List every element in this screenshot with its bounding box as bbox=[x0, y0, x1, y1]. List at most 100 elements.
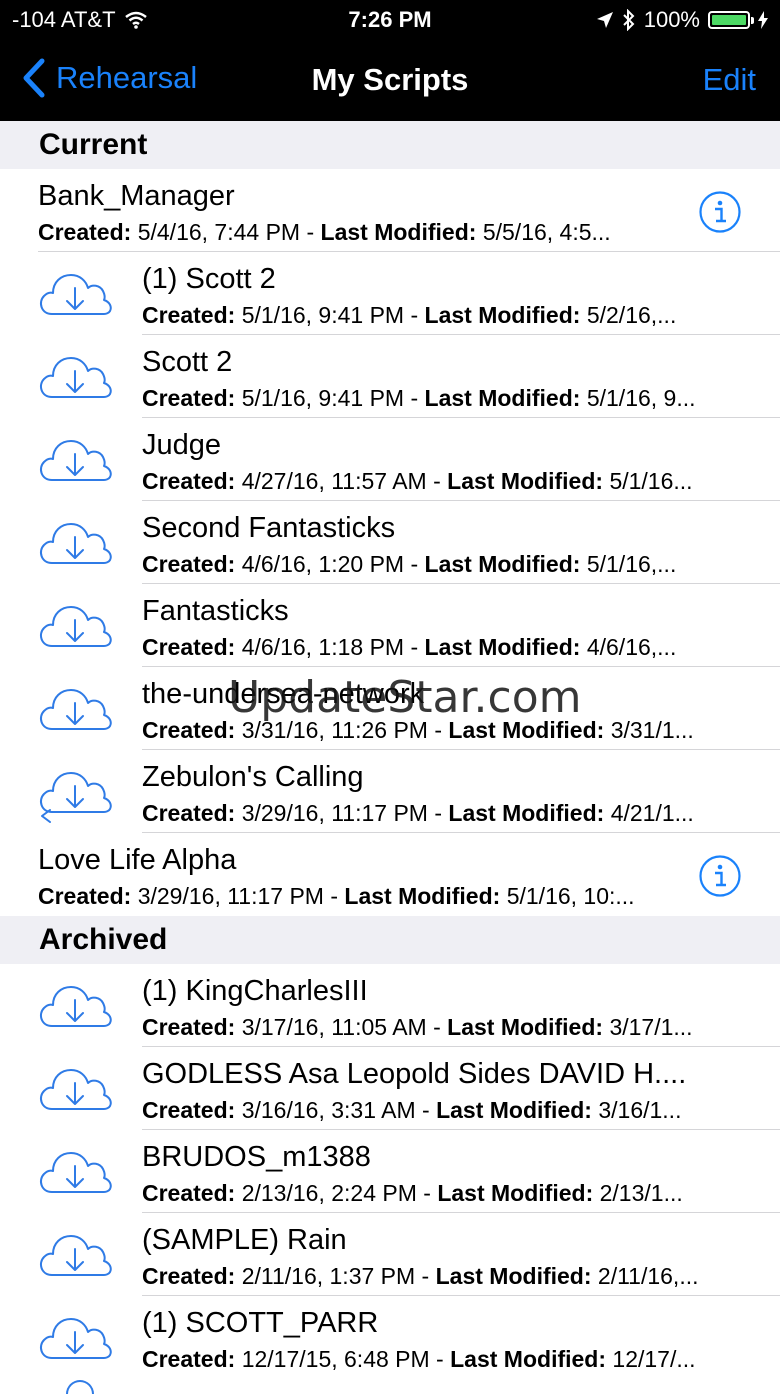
modified-value: 4/6/16,... bbox=[586, 634, 677, 660]
script-title: (1) Scott 2 bbox=[142, 263, 276, 295]
script-row[interactable]: Love Life Alpha Created: 3/29/16, 11:17 P… bbox=[0, 833, 780, 916]
modified-label: Last Modified: bbox=[436, 1097, 592, 1123]
script-row[interactable]: (SAMPLE) Rain Created: 2/11/16, 1:37 PM -… bbox=[0, 1213, 780, 1296]
script-text: Second Fantasticks Created: 4/6/16, 1:20 … bbox=[142, 511, 740, 580]
edit-button[interactable]: Edit bbox=[703, 62, 756, 98]
download-button[interactable] bbox=[36, 262, 114, 333]
scripts-list: Current Bank_Manager Created: 5/4/16, 7:4… bbox=[0, 121, 780, 1379]
archived-list: (1) KingCharlesIII Created: 3/17/16, 11:0… bbox=[0, 964, 780, 1379]
info-button[interactable] bbox=[698, 190, 742, 239]
script-row[interactable]: (1) SCOTT_PARR Created: 12/17/15, 6:48 PM… bbox=[0, 1296, 780, 1379]
download-button[interactable] bbox=[36, 1306, 114, 1377]
script-text: (1) KingCharlesIII Created: 3/17/16, 11:0… bbox=[142, 974, 740, 1043]
created-label: Created: bbox=[38, 883, 132, 909]
script-meta: Created: 3/17/16, 11:05 AM - Last Modifi… bbox=[142, 1014, 693, 1040]
created-value: 4/6/16, 1:18 PM bbox=[241, 634, 405, 660]
created-label: Created: bbox=[142, 717, 236, 743]
script-meta: Created: 5/4/16, 7:44 PM - Last Modified… bbox=[38, 219, 611, 245]
script-meta: Created: 3/29/16, 11:17 PM - Last Modifi… bbox=[142, 800, 694, 826]
created-value: 3/29/16, 11:17 PM bbox=[137, 883, 324, 909]
created-label: Created: bbox=[142, 1014, 236, 1040]
cloud-download-icon[interactable] bbox=[36, 594, 114, 660]
script-meta: Created: 2/13/16, 2:24 PM - Last Modifie… bbox=[142, 1180, 683, 1206]
cloud-download-icon[interactable] bbox=[36, 974, 114, 1040]
modified-value: 12/17/... bbox=[612, 1346, 696, 1372]
modified-value: 3/17/1... bbox=[609, 1014, 693, 1040]
script-row[interactable]: Second Fantasticks Created: 4/6/16, 1:20 … bbox=[0, 501, 780, 584]
watermark: UpdateStar.com bbox=[228, 672, 582, 723]
script-title: (1) SCOTT_PARR bbox=[142, 1307, 379, 1339]
script-meta: Created: 5/1/16, 9:41 PM - Last Modified… bbox=[142, 385, 696, 411]
script-title: Judge bbox=[142, 429, 222, 461]
modified-value: 5/1/16, 9... bbox=[586, 385, 696, 411]
created-value: 2/13/16, 2:24 PM bbox=[241, 1180, 417, 1206]
cloud-download-icon[interactable] bbox=[36, 1057, 114, 1123]
download-button[interactable] bbox=[36, 1057, 114, 1128]
cloud-download-icon[interactable] bbox=[36, 1306, 114, 1372]
modified-label: Last Modified: bbox=[424, 302, 581, 328]
script-meta: Created: 2/11/16, 1:37 PM - Last Modifie… bbox=[142, 1263, 699, 1289]
modified-value: 2/13/1... bbox=[599, 1180, 683, 1206]
modified-label: Last Modified: bbox=[424, 634, 581, 660]
download-button[interactable] bbox=[36, 1223, 114, 1294]
download-button[interactable] bbox=[36, 677, 114, 748]
download-button[interactable] bbox=[36, 594, 114, 665]
cloud-download-icon[interactable] bbox=[36, 428, 114, 494]
script-row[interactable]: BRUDOS_m1388 Created: 2/13/16, 2:24 PM - … bbox=[0, 1130, 780, 1213]
script-title: Scott 2 bbox=[142, 346, 233, 378]
page-title: My Scripts bbox=[311, 62, 469, 97]
created-label: Created: bbox=[142, 800, 236, 826]
cloud-download-icon[interactable] bbox=[36, 345, 114, 411]
cloud-sync-icon[interactable] bbox=[36, 760, 114, 826]
created-label: Created: bbox=[142, 385, 236, 411]
status-right: 100% bbox=[596, 7, 768, 33]
info-icon[interactable] bbox=[698, 854, 742, 898]
script-meta: Created: 4/6/16, 1:20 PM - Last Modified… bbox=[142, 551, 677, 577]
script-row[interactable]: Bank_Manager Created: 5/4/16, 7:44 PM - L… bbox=[0, 169, 780, 252]
modified-label: Last Modified: bbox=[424, 385, 581, 411]
script-row[interactable]: Zebulon's Calling Created: 3/29/16, 11:17… bbox=[0, 750, 780, 833]
modified-label: Last Modified: bbox=[447, 1014, 604, 1040]
battery-icon bbox=[708, 11, 754, 29]
battery-percent: 100% bbox=[643, 7, 700, 32]
script-title: (1) KingCharlesIII bbox=[142, 975, 368, 1007]
script-text: (1) SCOTT_PARR Created: 12/17/15, 6:48 PM… bbox=[142, 1306, 740, 1375]
created-value: 3/29/16, 11:17 PM bbox=[241, 800, 428, 826]
script-text: GODLESS Asa Leopold Sides DAVID H.... Cre… bbox=[142, 1057, 740, 1126]
modified-label: Last Modified: bbox=[435, 1263, 592, 1289]
cloud-download-icon[interactable] bbox=[36, 1140, 114, 1206]
script-text: Scott 2 Created: 5/1/16, 9:41 PM - Last M… bbox=[142, 345, 740, 414]
script-row[interactable]: Judge Created: 4/27/16, 11:57 AM - Last M… bbox=[0, 418, 780, 501]
script-text: Fantasticks Created: 4/6/16, 1:18 PM - La… bbox=[142, 594, 740, 663]
script-row[interactable]: Scott 2 Created: 5/1/16, 9:41 PM - Last M… bbox=[0, 335, 780, 418]
script-meta: Created: 4/6/16, 1:18 PM - Last Modified… bbox=[142, 634, 677, 660]
modified-label: Last Modified: bbox=[437, 1180, 594, 1206]
download-button[interactable] bbox=[36, 760, 114, 831]
script-title: Second Fantasticks bbox=[142, 512, 396, 544]
script-title: Zebulon's Calling bbox=[142, 761, 364, 793]
script-meta: Created: 4/27/16, 11:57 AM - Last Modifi… bbox=[142, 468, 693, 494]
script-row[interactable]: GODLESS Asa Leopold Sides DAVID H.... Cre… bbox=[0, 1047, 780, 1130]
download-button[interactable] bbox=[36, 511, 114, 582]
created-label: Created: bbox=[142, 551, 236, 577]
download-button[interactable] bbox=[36, 1140, 114, 1211]
cloud-download-icon[interactable] bbox=[36, 262, 114, 328]
modified-value: 3/31/1... bbox=[610, 717, 694, 743]
script-row[interactable]: (1) Scott 2 Created: 5/1/16, 9:41 PM - La… bbox=[0, 252, 780, 335]
created-label: Created: bbox=[142, 302, 236, 328]
cloud-download-icon[interactable] bbox=[36, 1223, 114, 1289]
script-row[interactable]: Fantasticks Created: 4/6/16, 1:18 PM - La… bbox=[0, 584, 780, 667]
created-label: Created: bbox=[142, 1097, 236, 1123]
info-button[interactable] bbox=[698, 854, 742, 903]
cloud-download-icon[interactable] bbox=[36, 677, 114, 743]
download-button[interactable] bbox=[36, 345, 114, 416]
info-icon[interactable] bbox=[698, 190, 742, 234]
download-button[interactable] bbox=[36, 974, 114, 1045]
modified-label: Last Modified: bbox=[450, 1346, 607, 1372]
created-value: 12/17/15, 6:48 PM bbox=[241, 1346, 430, 1372]
cloud-download-icon[interactable] bbox=[36, 511, 114, 577]
script-title: Bank_Manager bbox=[38, 180, 235, 212]
created-value: 2/11/16, 1:37 PM bbox=[241, 1263, 416, 1289]
download-button[interactable] bbox=[36, 428, 114, 499]
script-row[interactable]: (1) KingCharlesIII Created: 3/17/16, 11:0… bbox=[0, 964, 780, 1047]
